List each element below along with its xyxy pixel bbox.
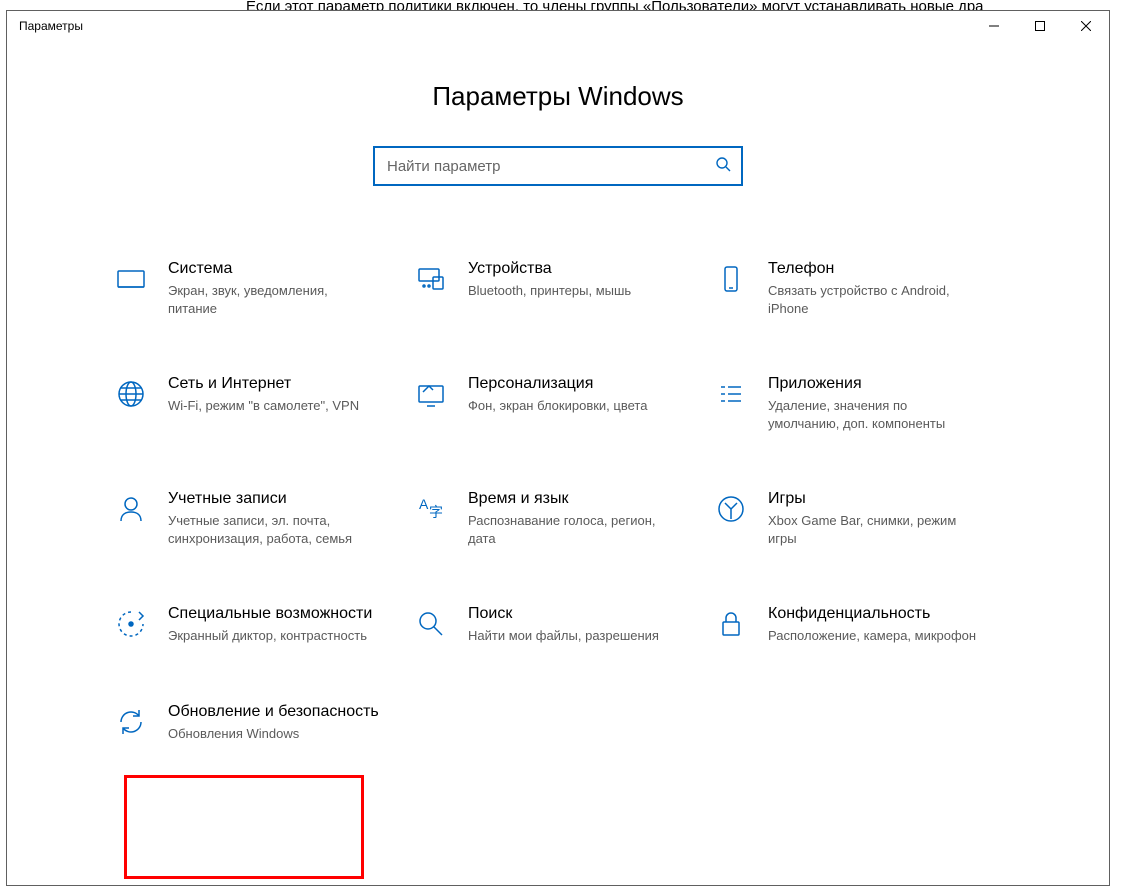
tile-desc: Xbox Game Bar, снимки, режим игры (768, 512, 1002, 547)
tile-title: Время и язык (468, 490, 702, 508)
tile-title: Поиск (468, 605, 702, 623)
ease-of-access-icon (114, 607, 148, 641)
tile-search[interactable]: Поиск Найти мои файлы, разрешения (408, 599, 708, 651)
tile-desc: Фон, экран блокировки, цвета (468, 397, 702, 415)
window-title: Параметры (19, 19, 83, 33)
tile-network[interactable]: Сеть и Интернет Wi-Fi, режим "в самолете… (108, 369, 408, 438)
page-title: Параметры Windows (432, 81, 683, 112)
tile-personalization[interactable]: Персонализация Фон, экран блокировки, цв… (408, 369, 708, 438)
maximize-button[interactable] (1017, 11, 1063, 41)
apps-icon (714, 377, 748, 411)
tile-desc: Удаление, значения по умолчанию, доп. ко… (768, 397, 1002, 432)
search-icon (715, 156, 731, 177)
tile-desc: Расположение, камера, микрофон (768, 627, 1002, 645)
devices-icon (414, 262, 448, 296)
search-tile-icon (414, 607, 448, 641)
tile-desc: Bluetooth, принтеры, мышь (468, 282, 702, 300)
svg-text:A: A (419, 496, 429, 512)
tile-title: Система (168, 260, 402, 278)
system-icon (114, 262, 148, 296)
close-button[interactable] (1063, 11, 1109, 41)
tile-title: Сеть и Интернет (168, 375, 402, 393)
tile-desc: Учетные записи, эл. почта, синхронизация… (168, 512, 402, 547)
content-area: Параметры Windows Система Экран, звук, у… (7, 41, 1109, 748)
tile-desc: Wi-Fi, режим "в самолете", VPN (168, 397, 402, 415)
update-icon (114, 705, 148, 739)
globe-icon (114, 377, 148, 411)
minimize-button[interactable] (971, 11, 1017, 41)
tile-update-security[interactable]: Обновление и безопасность Обновления Win… (108, 697, 408, 749)
phone-icon (714, 262, 748, 296)
gaming-icon (714, 492, 748, 526)
svg-text:字: 字 (429, 504, 443, 520)
tile-time-language[interactable]: A字 Время и язык Распознавание голоса, ре… (408, 484, 708, 553)
settings-window: Параметры Параметры Windows (6, 10, 1110, 886)
tile-system[interactable]: Система Экран, звук, уведомления, питани… (108, 254, 408, 323)
tile-desc: Экранный диктор, контрастность (168, 627, 402, 645)
tile-title: Персонализация (468, 375, 702, 393)
privacy-icon (714, 607, 748, 641)
tile-title: Обновление и безопасность (168, 703, 402, 721)
search-box[interactable] (373, 146, 743, 186)
tile-desc: Обновления Windows (168, 725, 402, 743)
tile-apps[interactable]: Приложения Удаление, значения по умолчан… (708, 369, 1008, 438)
tile-devices[interactable]: Устройства Bluetooth, принтеры, мышь (408, 254, 708, 323)
tile-title: Конфиденциальность (768, 605, 1002, 623)
tile-desc: Экран, звук, уведомления, питание (168, 282, 402, 317)
tile-desc: Найти мои файлы, разрешения (468, 627, 702, 645)
accounts-icon (114, 492, 148, 526)
tile-title: Приложения (768, 375, 1002, 393)
time-language-icon: A字 (414, 492, 448, 526)
tile-title: Игры (768, 490, 1002, 508)
tile-ease-of-access[interactable]: Специальные возможности Экранный диктор,… (108, 599, 408, 651)
tile-desc: Связать устройство с Android, iPhone (768, 282, 1002, 317)
titlebar: Параметры (7, 11, 1109, 41)
tile-privacy[interactable]: Конфиденциальность Расположение, камера,… (708, 599, 1008, 651)
personalization-icon (414, 377, 448, 411)
tile-phone[interactable]: Телефон Связать устройство с Android, iP… (708, 254, 1008, 323)
tile-gaming[interactable]: Игры Xbox Game Bar, снимки, режим игры (708, 484, 1008, 553)
tile-desc: Распознавание голоса, регион, дата (468, 512, 702, 547)
tile-title: Специальные возможности (168, 605, 402, 623)
settings-grid: Система Экран, звук, уведомления, питани… (108, 254, 1008, 748)
tile-title: Телефон (768, 260, 1002, 278)
window-controls (971, 11, 1109, 41)
tile-title: Устройства (468, 260, 702, 278)
tile-title: Учетные записи (168, 490, 402, 508)
tile-accounts[interactable]: Учетные записи Учетные записи, эл. почта… (108, 484, 408, 553)
search-input[interactable] (385, 157, 715, 176)
